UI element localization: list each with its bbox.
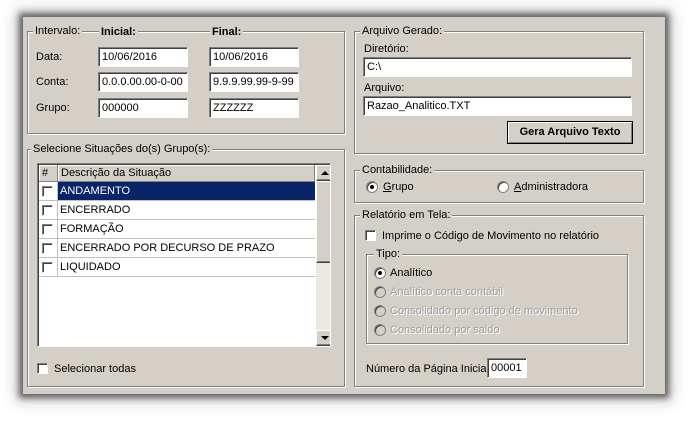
grupo-label-rest: rupo bbox=[391, 181, 414, 193]
diretorio-label: Diretório: bbox=[364, 43, 409, 55]
row-checkbox[interactable] bbox=[42, 243, 53, 254]
relatorio-legend: Relatório em Tela: bbox=[360, 208, 453, 222]
arquivo-legend: Arquivo Gerado: bbox=[360, 24, 445, 38]
scroll-up-button[interactable] bbox=[316, 165, 330, 181]
consolidado-saldo-radio bbox=[374, 324, 386, 336]
selecionar-todas-checkbox[interactable] bbox=[37, 363, 48, 374]
vertical-scrollbar[interactable] bbox=[316, 165, 330, 346]
list-item-label: ENCERRADO bbox=[58, 201, 315, 220]
grupo-final-input[interactable] bbox=[210, 99, 298, 117]
list-item-label: FORMAÇÃO bbox=[58, 220, 315, 239]
row-checkbox[interactable] bbox=[42, 205, 53, 216]
data-inicial-input[interactable] bbox=[99, 48, 187, 66]
diretorio-field[interactable] bbox=[363, 57, 632, 77]
analitico-label[interactable]: Analítico bbox=[390, 266, 432, 280]
contabilidade-legend: Contabilidade: bbox=[360, 163, 435, 177]
list-item[interactable]: LIQUIDADO bbox=[39, 258, 315, 277]
radio-dot-icon bbox=[378, 271, 382, 275]
column-header-descricao[interactable]: Descrição da Situação bbox=[58, 165, 315, 182]
intervalo-legend: Intervalo: bbox=[33, 24, 83, 38]
arquivo-input[interactable] bbox=[364, 97, 631, 115]
selecionar-todas-label[interactable]: Selecionar todas bbox=[54, 362, 136, 376]
tipo-legend: Tipo: bbox=[374, 247, 403, 261]
list-item-label: LIQUIDADO bbox=[58, 258, 315, 277]
scroll-down-arrow-icon bbox=[321, 336, 329, 340]
consolidado-movimento-radio bbox=[374, 305, 386, 317]
imprime-codigo-checkbox[interactable] bbox=[365, 230, 376, 241]
conta-final-field[interactable] bbox=[209, 72, 299, 92]
conta-inicial-input[interactable] bbox=[99, 73, 187, 91]
grupo-radio-label[interactable]: Grupo bbox=[383, 180, 414, 194]
grupo-radio[interactable] bbox=[366, 181, 378, 193]
data-inicial-field[interactable] bbox=[98, 47, 188, 67]
inicial-header: Inicial: bbox=[99, 25, 138, 39]
data-final-field[interactable] bbox=[209, 47, 299, 67]
conta-final-input[interactable] bbox=[210, 73, 298, 91]
administradora-radio-label[interactable]: Administradora bbox=[514, 180, 588, 194]
grupo-label: Grupo: bbox=[36, 102, 70, 114]
radio-dot-icon bbox=[370, 185, 374, 189]
situacoes-list[interactable]: # Descrição da Situação ANDAMENTO ENCERR… bbox=[37, 163, 331, 347]
grupo-final-field[interactable] bbox=[209, 98, 299, 118]
consolidado-movimento-label: Consolidado por código de movimento bbox=[390, 305, 578, 317]
grupo-accelerator: G bbox=[383, 181, 392, 193]
data-final-input[interactable] bbox=[210, 48, 298, 66]
dialog-window: Intervalo: Inicial: Final: Data: Conta: … bbox=[23, 17, 665, 394]
list-item-label: ENCERRADO POR DECURSO DE PRAZO bbox=[58, 239, 315, 258]
consolidado-saldo-label: Consolidado por saldo bbox=[390, 324, 500, 336]
conta-label: Conta: bbox=[36, 76, 69, 88]
list-item[interactable]: ENCERRADO bbox=[39, 201, 315, 220]
pagina-inicial-input[interactable] bbox=[488, 359, 526, 377]
list-item[interactable]: ENCERRADO POR DECURSO DE PRAZO bbox=[39, 239, 315, 258]
diretorio-input[interactable] bbox=[364, 58, 631, 76]
grupo-inicial-input[interactable] bbox=[99, 99, 187, 117]
analitico-conta-radio bbox=[374, 286, 386, 298]
list-item-label: ANDAMENTO bbox=[58, 182, 315, 201]
conta-inicial-field[interactable] bbox=[98, 72, 188, 92]
administradora-label-rest: dministradora bbox=[521, 181, 588, 193]
analitico-conta-label: Analítico conta contábil bbox=[390, 286, 504, 298]
pagina-inicial-field[interactable] bbox=[487, 358, 527, 378]
situacoes-legend: Selecione Situações do(s) Grupo(s): bbox=[31, 142, 213, 156]
imprime-codigo-label[interactable]: Imprime o Código de Movimento no relatór… bbox=[382, 229, 599, 243]
arquivo-label: Arquivo: bbox=[364, 82, 405, 94]
list-item[interactable]: FORMAÇÃO bbox=[39, 220, 315, 239]
column-header-hash[interactable]: # bbox=[39, 165, 58, 182]
row-checkbox[interactable] bbox=[42, 262, 53, 273]
pagina-inicial-label: Número da Página Inicial: bbox=[366, 363, 492, 375]
final-header: Final: bbox=[210, 25, 244, 39]
gera-arquivo-texto-button[interactable]: Gera Arquivo Texto bbox=[507, 121, 633, 144]
row-checkbox[interactable] bbox=[42, 224, 53, 235]
analitico-radio[interactable] bbox=[374, 267, 386, 279]
list-item[interactable]: ANDAMENTO bbox=[39, 182, 315, 201]
administradora-radio[interactable] bbox=[497, 181, 509, 193]
row-checkbox[interactable] bbox=[42, 186, 53, 197]
scroll-thumb[interactable] bbox=[316, 181, 330, 263]
arquivo-field[interactable] bbox=[363, 96, 632, 116]
scroll-down-button[interactable] bbox=[316, 330, 330, 346]
data-label: Data: bbox=[36, 51, 63, 63]
grupo-inicial-field[interactable] bbox=[98, 98, 188, 118]
scroll-up-arrow-icon bbox=[321, 171, 329, 175]
